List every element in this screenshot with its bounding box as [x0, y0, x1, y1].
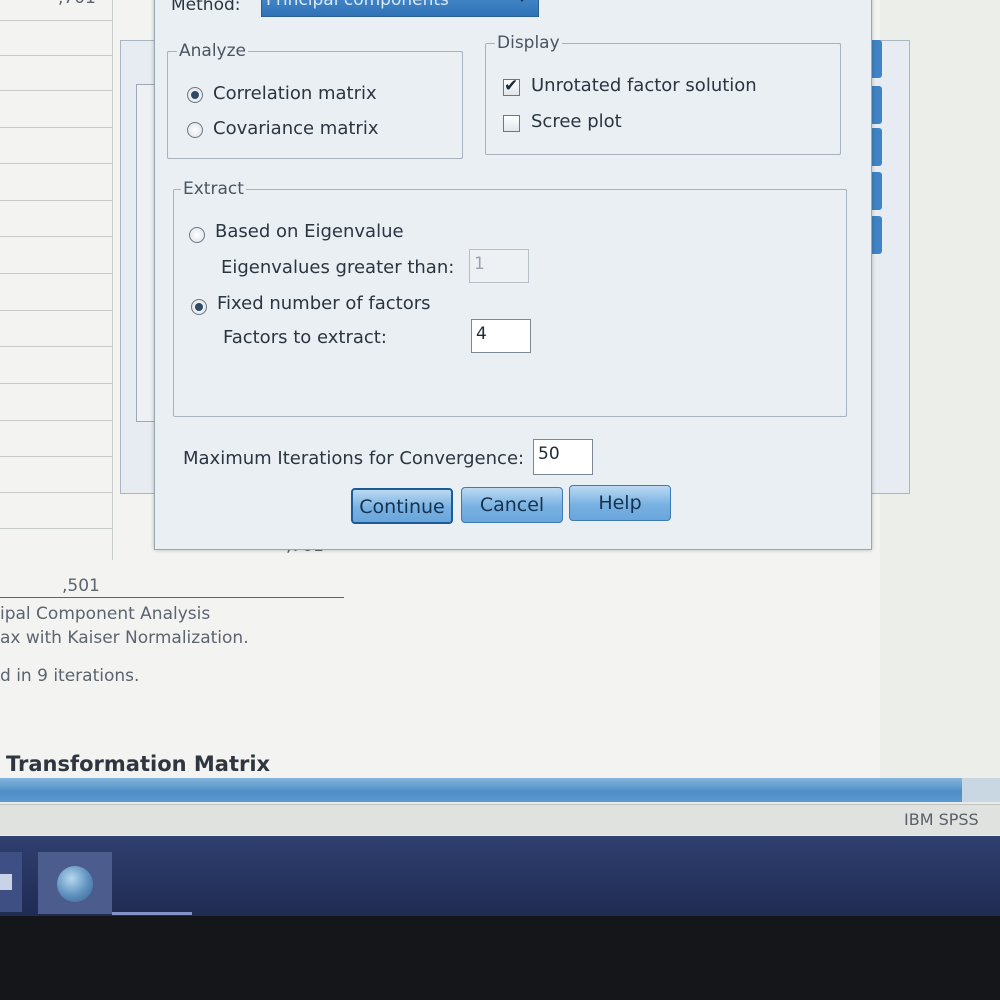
fixed-factors-radio[interactable] — [191, 299, 207, 315]
max-iterations-label: Maximum Iterations for Convergence: — [183, 448, 525, 469]
taskbar — [0, 836, 1000, 916]
unrotated-solution-label[interactable]: Unrotated factor solution — [531, 75, 757, 96]
cancel-button[interactable]: Cancel — [461, 487, 563, 523]
footnote: d in 9 iterations. — [0, 666, 140, 686]
covariance-matrix-radio[interactable] — [187, 122, 203, 138]
continue-button[interactable]: Continue — [351, 488, 453, 524]
method-select-value: Principal components — [266, 0, 449, 10]
scree-plot-checkbox[interactable] — [503, 115, 520, 132]
unrotated-solution-checkbox[interactable] — [503, 76, 520, 96]
footnote: ax with Kaiser Normalization. — [0, 628, 249, 648]
table-cell: ,501 — [62, 576, 100, 596]
eigenvalue-radio[interactable] — [189, 227, 205, 243]
chevron-down-icon — [516, 0, 528, 2]
analyze-group — [167, 51, 463, 159]
correlation-matrix-radio[interactable] — [187, 87, 203, 103]
help-button[interactable]: Help — [569, 485, 671, 521]
taskbar-app-button[interactable] — [0, 852, 22, 912]
correlation-matrix-label[interactable]: Correlation matrix — [213, 83, 377, 104]
display-group — [485, 43, 841, 155]
status-text: IBM SPSS — [904, 810, 979, 829]
factors-to-extract-label: Factors to extract: — [223, 327, 387, 348]
covariance-matrix-label[interactable]: Covariance matrix — [213, 118, 378, 139]
taskbar-active-indicator — [112, 912, 192, 915]
display-group-title: Display — [495, 33, 562, 53]
method-select[interactable]: Principal components — [261, 0, 539, 17]
analyze-group-title: Analyze — [177, 41, 248, 61]
table-bottom-rule — [0, 597, 344, 598]
eigenvalue-threshold-input[interactable]: 1 — [469, 249, 529, 283]
footnote: ipal Component Analysis — [0, 604, 211, 624]
globe-icon — [57, 866, 93, 902]
status-bar — [0, 804, 1000, 835]
extract-group-title: Extract — [181, 179, 246, 199]
window-icon — [0, 874, 12, 890]
taskbar-browser-button[interactable] — [38, 852, 112, 914]
monitor-bezel — [0, 916, 1000, 1000]
table-cell: ,701 — [58, 0, 96, 8]
section-title: Transformation Matrix — [6, 752, 271, 776]
extraction-dialog: Method: Principal components Analyze Cor… — [154, 0, 872, 550]
eigenvalue-option-label[interactable]: Based on Eigenvalue — [215, 221, 404, 242]
factors-to-extract-input[interactable]: 4 — [471, 319, 531, 353]
progress-bar-fill — [0, 778, 962, 802]
method-label: Method: — [171, 0, 241, 15]
max-iterations-input[interactable]: 50 — [533, 439, 593, 475]
eigenvalue-threshold-label: Eigenvalues greater than: — [221, 257, 455, 278]
fixed-factors-option-label[interactable]: Fixed number of factors — [217, 293, 431, 314]
scree-plot-label[interactable]: Scree plot — [531, 111, 622, 132]
